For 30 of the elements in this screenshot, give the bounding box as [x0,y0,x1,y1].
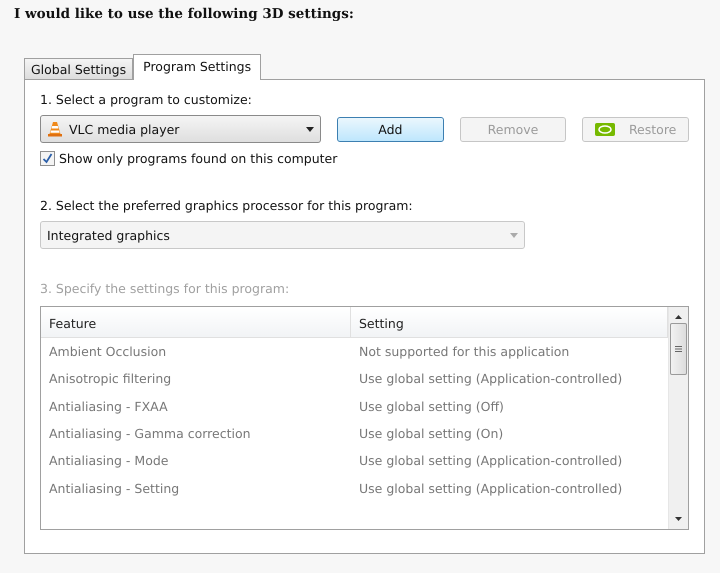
tab[interactable]: Program Settings [133,54,262,80]
scroll-up-arrow-icon[interactable] [675,315,682,319]
table-cell-text: Use global setting (Application-controlled) [358,453,624,468]
program-label: 1. Select a program to customize: [40,92,253,107]
traffic-cone-icon [47,121,63,137]
scrollbar-thumb[interactable] [670,323,687,375]
scrollbar[interactable] [668,307,688,529]
table-cell-text: Not supported for this application [358,344,570,360]
section-heading: I would like to use the following 3D settings: [14,6,355,22]
program-dropdown[interactable]: VLC media player [40,115,322,143]
table-cell-text: Anisotropic filtering [48,371,172,386]
dropdown-arrow-icon [306,126,314,132]
dropdown-arrow-icon [510,232,518,238]
table-cell-text: Use global setting (On) [358,426,504,442]
table-cell-text: Antialiasing - Setting [48,480,180,496]
table-cell-text: Use global setting (Off) [358,398,505,414]
table-cell-text: Use global setting (Application-controlled) [358,371,624,386]
table-cell-text: Antialiasing - FXAA [48,398,169,414]
checkbox-label: Show only programs found on this computer [59,151,338,166]
table-cell-text: Antialiasing - Mode [48,453,170,468]
checkbox[interactable] [40,151,55,166]
gpu-label: 2. Select the preferred graphics processor for this program: [40,198,414,213]
grip-icon [675,346,682,352]
action-button[interactable]: Add [337,116,444,142]
table-cell-text: Antialiasing - Gamma correction [48,426,252,442]
scroll-down-arrow-icon[interactable] [675,517,682,521]
table-cell-text: Ambient Occlusion [48,344,168,360]
tab[interactable]: Global Settings [24,58,134,79]
table-cell-text: Use global setting (Application-controlled) [358,480,624,496]
settings-label: 3. Specify the settings for this program: [40,281,290,296]
